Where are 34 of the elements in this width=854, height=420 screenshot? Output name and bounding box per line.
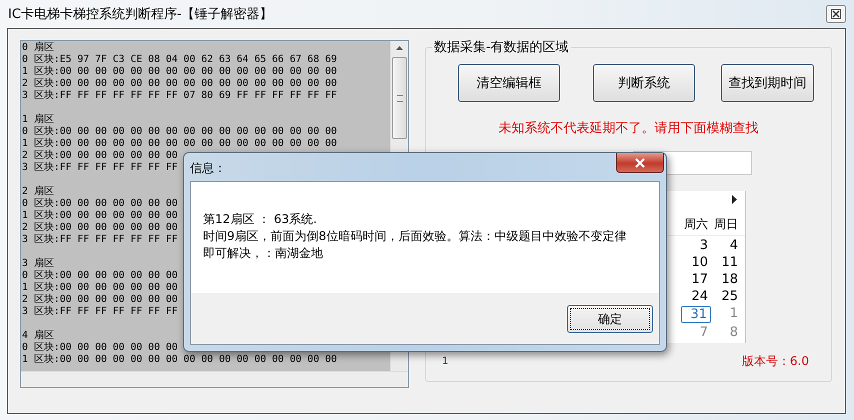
group-title: 数据采集-有数据的区域 xyxy=(433,39,570,56)
hex-line: 3 区块:FF FF FF FF FF FF FF 07 80 69 FF FF FF FF FF FF xyxy=(22,90,337,102)
window-title: IC卡电梯卡梯控系统判断程序-【锤子解密器】 xyxy=(8,6,273,23)
warning-text: 未知系统不代表延期不了。请用下面模糊查找 xyxy=(498,120,760,137)
hex-line: 0 区块:00 00 00 00 00 00 00 xyxy=(22,342,178,354)
hex-line: 2 区块:00 00 00 00 00 00 00 xyxy=(22,150,178,162)
hex-line: 1 区块:00 00 00 00 00 00 00 00 00 00 00 00 00 00 00 00 xyxy=(22,354,337,366)
sector-header: 2 扇区 xyxy=(22,186,54,198)
hex-line: 2 区块:00 00 00 00 00 00 00 xyxy=(22,222,178,234)
hex-line: 2 区块:00 00 00 00 00 00 00 00 00 00 00 00 00 00 00 00 xyxy=(22,78,337,90)
message-text: 第12扇区 ： 63系统. xyxy=(203,211,318,228)
hex-line: 0 区块:00 00 00 00 00 00 00 xyxy=(22,198,178,210)
hex-line: 1 区块:00 00 00 00 00 00 00 xyxy=(22,210,178,222)
hex-line: 0 区块:E5 97 7F C3 CE 08 04 00 62 63 64 65 66 67 68 69 xyxy=(22,54,337,66)
hex-line: 1 区块:00 00 00 00 00 00 00 xyxy=(22,282,178,294)
hex-line: 2 区块:00 00 00 00 00 00 00 xyxy=(22,294,178,306)
hex-line: 1 区块:00 00 00 00 00 00 00 00 00 00 00 00 00 00 00 00 xyxy=(22,138,337,150)
message-text: 即可解决，：南湖金地 xyxy=(203,245,324,262)
sector-header: 3 扇区 xyxy=(22,258,54,270)
hex-line: 0 区块:00 00 00 00 00 00 00 xyxy=(22,270,178,282)
version-text: 版本号：6.0 xyxy=(742,353,809,370)
counter-text: 1 xyxy=(442,356,448,367)
hex-line: 3 区块:FF FF FF FF FF FF FF xyxy=(22,234,178,246)
hex-line: 3 区块:FF FF FF FF FF FF FF xyxy=(22,306,178,318)
message-text: 时间9扇区，前面为倒8位暗码时间，后面效验。算法：中级题目中效验不变定律 xyxy=(203,228,628,245)
weekday-label: 周六 xyxy=(683,216,709,233)
hex-line: 1 区块:00 00 00 00 00 00 00 00 00 00 00 00 00 00 00 00 xyxy=(22,66,337,78)
sector-header: 4 扇区 xyxy=(22,330,54,342)
sector-header: 1 扇区 xyxy=(22,114,54,126)
weekday-label: 周日 xyxy=(713,216,739,233)
sector-header: 0 扇区 xyxy=(22,42,54,54)
dialog-title: 信息： xyxy=(190,160,226,177)
hex-line: 0 区块:00 00 00 00 00 00 00 00 00 00 00 00 00 00 00 00 xyxy=(22,126,337,138)
hex-line: 3 区块:FF FF FF FF FF FF FF xyxy=(22,162,178,174)
